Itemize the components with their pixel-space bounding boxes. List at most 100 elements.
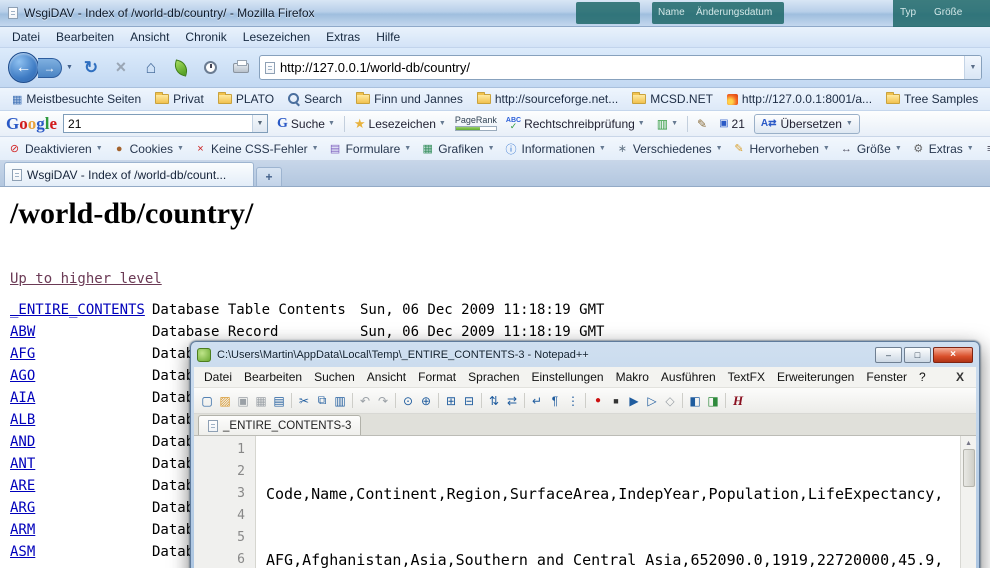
menu-lesezeichen[interactable]: Lesezeichen (235, 28, 318, 46)
menu-ansicht[interactable]: Ansicht (122, 28, 177, 46)
devtool-verschiedenes[interactable]: ∗Verschiedenes▼ (616, 142, 723, 156)
replace-icon[interactable]: ⊕ (417, 392, 435, 410)
entry-link[interactable]: AND (10, 434, 35, 450)
npp-menu-ausfuehren[interactable]: Ausführen (655, 368, 722, 386)
autofill-button[interactable]: ▥▼ (654, 115, 681, 133)
bookmark-privat[interactable]: Privat (149, 90, 210, 108)
npp-menu-textfx[interactable]: TextFX (722, 368, 771, 386)
pagerank-widget[interactable]: PageRank (455, 116, 497, 131)
history-button[interactable] (199, 56, 223, 80)
forward-button[interactable]: → (38, 58, 62, 78)
npp-menu-bearbeiten[interactable]: Bearbeiten (238, 368, 308, 386)
url-bar[interactable]: ▼ (259, 55, 982, 80)
up-to-higher-level-link[interactable]: Up to higher level (10, 271, 162, 287)
entry-link[interactable]: ABW (10, 324, 35, 340)
entry-link[interactable]: ARE (10, 478, 35, 494)
menu-datei[interactable]: Datei (4, 28, 48, 46)
open-file-icon[interactable]: ▨ (216, 392, 234, 410)
entry-link[interactable]: AIA (10, 390, 35, 406)
menu-extras[interactable]: Extras (318, 28, 368, 46)
npp-menu-datei[interactable]: Datei (198, 368, 238, 386)
save-macro-icon[interactable]: ◇ (661, 392, 679, 410)
devtool-cookies[interactable]: ●Cookies▼ (113, 142, 184, 156)
npp-menu-erweiterungen[interactable]: Erweiterungen (771, 368, 860, 386)
find-icon[interactable]: ⊙ (399, 392, 417, 410)
record-macro-icon[interactable]: ● (589, 392, 607, 410)
sync-horizontal-icon[interactable]: ⇄ (503, 392, 521, 410)
sage-feed-button[interactable] (169, 56, 193, 80)
entry-link[interactable]: ALB (10, 412, 35, 428)
editor-area[interactable]: 1 2 3 4 5 6 Code,Name,Continent,Region,S… (194, 436, 976, 568)
google-search-button[interactable]: GSuche▼ (274, 114, 338, 134)
entry-link[interactable]: ARG (10, 500, 35, 516)
result-counter[interactable]: ▣21 (716, 115, 748, 133)
google-search-box[interactable]: ▼ (63, 114, 268, 133)
back-button[interactable]: ← (8, 52, 39, 83)
doc-view-icon[interactable]: ◧ (686, 392, 704, 410)
new-file-icon[interactable]: ▢ (198, 392, 216, 410)
entry-link[interactable]: AGO (10, 368, 35, 384)
save-all-icon[interactable]: ▦ (252, 392, 270, 410)
entry-link[interactable]: AFG (10, 346, 35, 362)
refresh-button[interactable]: ↻ (79, 56, 103, 80)
npp-menu-format[interactable]: Format (412, 368, 462, 386)
maximize-button[interactable]: □ (904, 347, 931, 363)
devtool-deaktivieren[interactable]: ⊘Deaktivieren▼ (8, 142, 103, 156)
doc-monitor-icon[interactable]: ◨ (704, 392, 722, 410)
entry-link[interactable]: _ENTIRE_CONTENTS (10, 302, 145, 318)
sync-vertical-icon[interactable]: ⇅ (485, 392, 503, 410)
word-wrap-icon[interactable]: ↵ (528, 392, 546, 410)
npp-menu-help[interactable]: ? (913, 368, 932, 386)
tab-wsgidav-index[interactable]: WsgiDAV - Index of /world-db/count... (4, 162, 254, 186)
zoom-out-icon[interactable]: ⊟ (460, 392, 478, 410)
bookmark-search[interactable]: Search (282, 90, 348, 108)
npp-menu-einstellungen[interactable]: Einstellungen (526, 368, 610, 386)
bookmark-tree-samples[interactable]: Tree Samples (880, 90, 984, 108)
entry-link[interactable]: ARM (10, 522, 35, 538)
npp-menu-fenster[interactable]: Fenster (860, 368, 913, 386)
redo-icon[interactable]: ↷ (374, 392, 392, 410)
search-history-dropdown[interactable]: ▼ (252, 115, 267, 132)
play-macro-icon[interactable]: ▶ (625, 392, 643, 410)
print-icon[interactable]: ▤ (270, 392, 288, 410)
bookmark-plato[interactable]: PLATO (212, 90, 280, 108)
entry-link[interactable]: ASM (10, 544, 35, 560)
zoom-in-icon[interactable]: ⊞ (442, 392, 460, 410)
menu-hilfe[interactable]: Hilfe (368, 28, 408, 46)
cut-icon[interactable]: ✂ (295, 392, 313, 410)
devtool-quelltext[interactable]: ≡Quelltext▼ (984, 142, 990, 156)
scroll-up-icon[interactable]: ▼ (965, 436, 972, 449)
npp-menu-sprachen[interactable]: Sprachen (462, 368, 525, 386)
google-bookmarks-button[interactable]: ★Lesezeichen▼ (351, 114, 449, 134)
bookmark-meistbesuchte-seiten[interactable]: ▦Meistbesuchte Seiten (6, 90, 147, 108)
minimize-button[interactable]: – (875, 347, 902, 363)
bookmark-mcsd-net[interactable]: MCSD.NET (626, 90, 719, 108)
close-button[interactable]: × (933, 347, 973, 363)
entry-link[interactable]: ANT (10, 456, 35, 472)
vertical-scrollbar[interactable]: ▼ (960, 436, 976, 568)
bookmark-localhost-8001[interactable]: http://127.0.0.1:8001/a... (721, 90, 878, 108)
menu-chronik[interactable]: Chronik (177, 28, 234, 46)
google-search-input[interactable] (64, 117, 252, 131)
npp-menu-suchen[interactable]: Suchen (308, 368, 361, 386)
stop-macro-icon[interactable]: ■ (607, 392, 625, 410)
menu-bearbeiten[interactable]: Bearbeiten (48, 28, 122, 46)
home-button[interactable]: ⌂ (139, 56, 163, 80)
devtool-formulare[interactable]: ▤Formulare▼ (329, 142, 412, 156)
translate-button[interactable]: A⇄Übersetzen▼ (754, 114, 860, 134)
bookmark-finn-und-jannes[interactable]: Finn und Jannes (350, 90, 469, 108)
copy-icon[interactable]: ⧉ (313, 392, 331, 410)
undo-icon[interactable]: ↶ (356, 392, 374, 410)
devtool-css-fehler[interactable]: ×Keine CSS-Fehler▼ (194, 142, 319, 156)
npp-menu-makro[interactable]: Makro (610, 368, 655, 386)
spellcheck-button[interactable]: ABC✓Rechtschreibprüfung▼ (503, 115, 648, 133)
new-tab-button[interactable]: + (256, 167, 282, 186)
firefox-titlebar[interactable]: WsgiDAV - Index of /world-db/country/ - … (0, 0, 990, 27)
scrollbar-thumb[interactable] (963, 449, 975, 487)
devtool-grafiken[interactable]: ▦Grafiken▼ (421, 142, 494, 156)
html-preview-icon[interactable]: H (729, 392, 747, 410)
devtool-hervorheben[interactable]: ✎Hervorheben▼ (733, 142, 830, 156)
run-macro-multiple-icon[interactable]: ▷ (643, 392, 661, 410)
code-text[interactable]: Code,Name,Continent,Region,SurfaceArea,I… (256, 436, 976, 568)
npp-menu-ansicht[interactable]: Ansicht (361, 368, 412, 386)
